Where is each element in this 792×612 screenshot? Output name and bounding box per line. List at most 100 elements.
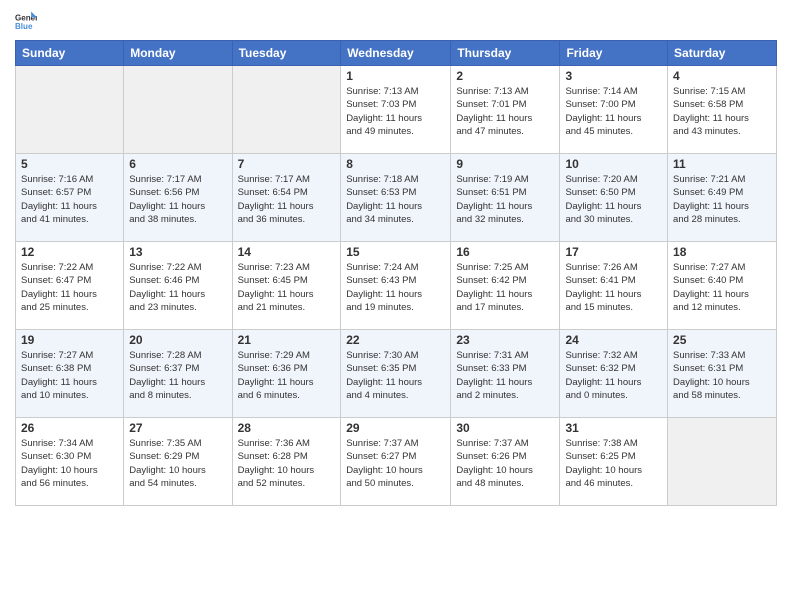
svg-text:Blue: Blue	[15, 22, 33, 31]
calendar-cell	[16, 66, 124, 154]
day-number: 22	[346, 333, 445, 347]
calendar-cell	[124, 66, 232, 154]
calendar-cell: 8 Sunrise: 7:18 AM Sunset: 6:53 PM Daylig…	[341, 154, 451, 242]
day-info: Sunrise: 7:20 AM Sunset: 6:50 PM Dayligh…	[565, 173, 662, 226]
day-number: 10	[565, 157, 662, 171]
day-number: 4	[673, 69, 771, 83]
calendar-cell: 6Sunrise: 7:17 AM Sunset: 6:56 PM Daylig…	[124, 154, 232, 242]
day-number: 9	[456, 157, 554, 171]
calendar-table: Sunday Monday Tuesday Wednesday Thursday…	[15, 40, 777, 506]
day-number: 17	[565, 245, 662, 259]
header: General Blue	[15, 10, 777, 32]
day-number: 30	[456, 421, 554, 435]
calendar-cell: 19 Sunrise: 7:27 AM Sunset: 6:38 PM Dayli…	[16, 330, 124, 418]
day-number: 16	[456, 245, 554, 259]
day-info: Sunrise: 7:34 AM Sunset: 6:30 PM Dayligh…	[21, 437, 118, 490]
calendar-cell: 15 Sunrise: 7:24 AM Sunset: 6:43 PM Dayli…	[341, 242, 451, 330]
day-info: Sunrise: 7:37 AM Sunset: 6:26 PM Dayligh…	[456, 437, 554, 490]
calendar-cell	[668, 418, 777, 506]
day-number: 23	[456, 333, 554, 347]
calendar-cell: 11Sunrise: 7:21 AM Sunset: 6:49 PM Dayli…	[668, 154, 777, 242]
calendar-cell: 21 Sunrise: 7:29 AM Sunset: 6:36 PM Dayli…	[232, 330, 341, 418]
day-number: 1	[346, 69, 445, 83]
col-monday: Monday	[124, 41, 232, 66]
day-info: Sunrise: 7:27 AM Sunset: 6:38 PM Dayligh…	[21, 349, 118, 402]
day-number: 14	[238, 245, 336, 259]
calendar-cell: 28 Sunrise: 7:36 AM Sunset: 6:28 PM Dayli…	[232, 418, 341, 506]
calendar-cell: 9 Sunrise: 7:19 AM Sunset: 6:51 PM Daylig…	[451, 154, 560, 242]
day-info: Sunrise: 7:14 AM Sunset: 7:00 PM Dayligh…	[565, 85, 662, 138]
calendar-cell: 12Sunrise: 7:22 AM Sunset: 6:47 PM Dayli…	[16, 242, 124, 330]
day-info: Sunrise: 7:19 AM Sunset: 6:51 PM Dayligh…	[456, 173, 554, 226]
calendar-cell: 24Sunrise: 7:32 AM Sunset: 6:32 PM Dayli…	[560, 330, 668, 418]
col-tuesday: Tuesday	[232, 41, 341, 66]
day-number: 11	[673, 157, 771, 171]
calendar-cell	[232, 66, 341, 154]
day-info: Sunrise: 7:22 AM Sunset: 6:46 PM Dayligh…	[129, 261, 226, 314]
day-info: Sunrise: 7:29 AM Sunset: 6:36 PM Dayligh…	[238, 349, 336, 402]
calendar-cell: 14 Sunrise: 7:23 AM Sunset: 6:45 PM Dayli…	[232, 242, 341, 330]
calendar-cell: 18Sunrise: 7:27 AM Sunset: 6:40 PM Dayli…	[668, 242, 777, 330]
calendar-cell: 31Sunrise: 7:38 AM Sunset: 6:25 PM Dayli…	[560, 418, 668, 506]
day-number: 26	[21, 421, 118, 435]
col-wednesday: Wednesday	[341, 41, 451, 66]
week-row-3: 19 Sunrise: 7:27 AM Sunset: 6:38 PM Dayli…	[16, 330, 777, 418]
day-number: 29	[346, 421, 445, 435]
calendar-cell: 13 Sunrise: 7:22 AM Sunset: 6:46 PM Dayli…	[124, 242, 232, 330]
day-number: 28	[238, 421, 336, 435]
day-info: Sunrise: 7:36 AM Sunset: 6:28 PM Dayligh…	[238, 437, 336, 490]
calendar-cell: 5 Sunrise: 7:16 AM Sunset: 6:57 PM Daylig…	[16, 154, 124, 242]
calendar-cell: 4 Sunrise: 7:15 AM Sunset: 6:58 PM Daylig…	[668, 66, 777, 154]
col-thursday: Thursday	[451, 41, 560, 66]
calendar-cell: 30 Sunrise: 7:37 AM Sunset: 6:26 PM Dayli…	[451, 418, 560, 506]
calendar-cell: 17 Sunrise: 7:26 AM Sunset: 6:41 PM Dayli…	[560, 242, 668, 330]
calendar-cell: 2Sunrise: 7:13 AM Sunset: 7:01 PM Daylig…	[451, 66, 560, 154]
day-number: 12	[21, 245, 118, 259]
day-number: 27	[129, 421, 226, 435]
day-info: Sunrise: 7:35 AM Sunset: 6:29 PM Dayligh…	[129, 437, 226, 490]
day-number: 5	[21, 157, 118, 171]
day-info: Sunrise: 7:24 AM Sunset: 6:43 PM Dayligh…	[346, 261, 445, 314]
week-row-0: 1 Sunrise: 7:13 AM Sunset: 7:03 PM Daylig…	[16, 66, 777, 154]
day-info: Sunrise: 7:17 AM Sunset: 6:54 PM Dayligh…	[238, 173, 336, 226]
day-info: Sunrise: 7:18 AM Sunset: 6:53 PM Dayligh…	[346, 173, 445, 226]
page: General Blue Sunday Monday Tuesday Wedne…	[0, 0, 792, 612]
header-row: Sunday Monday Tuesday Wednesday Thursday…	[16, 41, 777, 66]
day-number: 25	[673, 333, 771, 347]
week-row-4: 26 Sunrise: 7:34 AM Sunset: 6:30 PM Dayli…	[16, 418, 777, 506]
day-info: Sunrise: 7:26 AM Sunset: 6:41 PM Dayligh…	[565, 261, 662, 314]
day-number: 6	[129, 157, 226, 171]
calendar-cell: 25 Sunrise: 7:33 AM Sunset: 6:31 PM Dayli…	[668, 330, 777, 418]
col-friday: Friday	[560, 41, 668, 66]
logo: General Blue	[15, 10, 41, 32]
day-number: 24	[565, 333, 662, 347]
day-info: Sunrise: 7:33 AM Sunset: 6:31 PM Dayligh…	[673, 349, 771, 402]
day-number: 20	[129, 333, 226, 347]
day-number: 18	[673, 245, 771, 259]
day-number: 8	[346, 157, 445, 171]
calendar-cell: 29 Sunrise: 7:37 AM Sunset: 6:27 PM Dayli…	[341, 418, 451, 506]
day-number: 3	[565, 69, 662, 83]
week-row-2: 12Sunrise: 7:22 AM Sunset: 6:47 PM Dayli…	[16, 242, 777, 330]
logo-icon: General Blue	[15, 10, 37, 32]
week-row-1: 5 Sunrise: 7:16 AM Sunset: 6:57 PM Daylig…	[16, 154, 777, 242]
day-number: 7	[238, 157, 336, 171]
day-info: Sunrise: 7:13 AM Sunset: 7:03 PM Dayligh…	[346, 85, 445, 138]
calendar-cell: 27 Sunrise: 7:35 AM Sunset: 6:29 PM Dayli…	[124, 418, 232, 506]
day-info: Sunrise: 7:31 AM Sunset: 6:33 PM Dayligh…	[456, 349, 554, 402]
day-number: 15	[346, 245, 445, 259]
day-info: Sunrise: 7:28 AM Sunset: 6:37 PM Dayligh…	[129, 349, 226, 402]
col-sunday: Sunday	[16, 41, 124, 66]
day-info: Sunrise: 7:30 AM Sunset: 6:35 PM Dayligh…	[346, 349, 445, 402]
day-number: 21	[238, 333, 336, 347]
calendar-cell: 23 Sunrise: 7:31 AM Sunset: 6:33 PM Dayli…	[451, 330, 560, 418]
calendar-cell: 1 Sunrise: 7:13 AM Sunset: 7:03 PM Daylig…	[341, 66, 451, 154]
day-info: Sunrise: 7:38 AM Sunset: 6:25 PM Dayligh…	[565, 437, 662, 490]
day-number: 13	[129, 245, 226, 259]
day-number: 19	[21, 333, 118, 347]
day-number: 2	[456, 69, 554, 83]
day-info: Sunrise: 7:23 AM Sunset: 6:45 PM Dayligh…	[238, 261, 336, 314]
day-info: Sunrise: 7:16 AM Sunset: 6:57 PM Dayligh…	[21, 173, 118, 226]
day-info: Sunrise: 7:37 AM Sunset: 6:27 PM Dayligh…	[346, 437, 445, 490]
day-info: Sunrise: 7:15 AM Sunset: 6:58 PM Dayligh…	[673, 85, 771, 138]
